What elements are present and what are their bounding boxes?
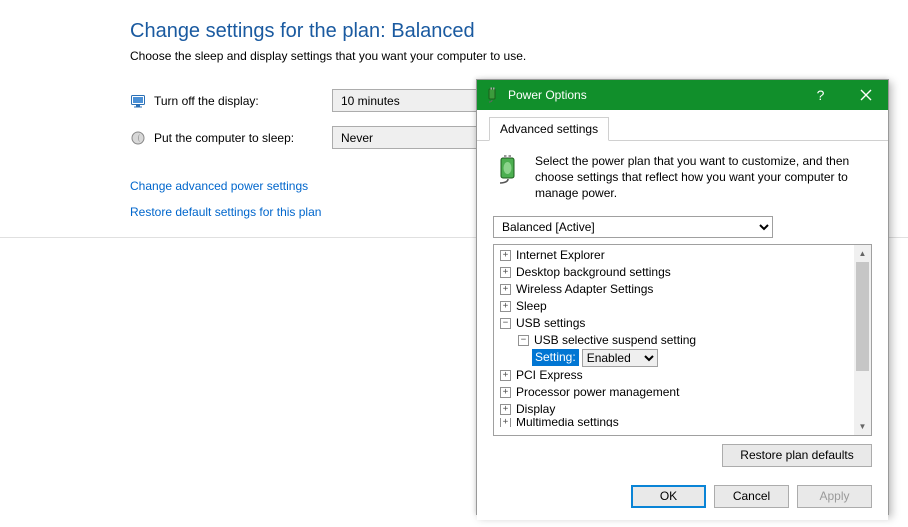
scroll-track[interactable] <box>854 262 871 418</box>
moon-icon <box>130 130 146 146</box>
tab-strip: Advanced settings <box>477 110 888 141</box>
page-subtitle: Choose the sleep and display settings th… <box>130 49 908 63</box>
restore-plan-defaults-button[interactable]: Restore plan defaults <box>722 444 872 467</box>
expand-icon[interactable]: + <box>500 267 511 278</box>
close-button[interactable] <box>843 80 888 110</box>
power-options-dialog: Power Options ? Advanced settings Select… <box>476 79 889 515</box>
scroll-down-icon[interactable]: ▼ <box>854 418 871 435</box>
power-options-icon <box>485 87 501 103</box>
power-plan-select[interactable]: Balanced [Active] <box>493 216 773 238</box>
page-title: Change settings for the plan: Balanced <box>130 20 908 43</box>
tree-item-setting-row: Setting: Enabled <box>496 349 852 367</box>
collapse-icon[interactable]: − <box>518 335 529 346</box>
tree-item-sleep[interactable]: + Sleep <box>496 298 852 315</box>
tree-item-multimedia[interactable]: + Multimedia settings <box>496 418 852 427</box>
scroll-thumb[interactable] <box>856 262 869 371</box>
tree-item-usb-settings[interactable]: − USB settings <box>496 315 852 332</box>
tab-advanced-settings[interactable]: Advanced settings <box>489 117 609 141</box>
expand-icon[interactable]: + <box>500 418 511 427</box>
expand-icon[interactable]: + <box>500 284 511 295</box>
tree-item-pci-express[interactable]: + PCI Express <box>496 367 852 384</box>
tree-scrollbar[interactable]: ▲ ▼ <box>854 245 871 435</box>
expand-icon[interactable]: + <box>500 301 511 312</box>
ok-button[interactable]: OK <box>631 485 706 508</box>
restore-defaults-link[interactable]: Restore default settings for this plan <box>130 205 321 219</box>
turn-off-display-label: Turn off the display: <box>154 94 332 108</box>
collapse-icon[interactable]: − <box>500 318 511 329</box>
battery-plug-icon <box>493 153 525 185</box>
dialog-titlebar: Power Options ? <box>477 80 888 110</box>
cancel-button[interactable]: Cancel <box>714 485 789 508</box>
dialog-title: Power Options <box>508 88 798 102</box>
dialog-description: Select the power plan that you want to c… <box>535 153 872 202</box>
tree-item-internet-explorer[interactable]: + Internet Explorer <box>496 247 852 264</box>
dialog-button-row: OK Cancel Apply <box>477 475 888 520</box>
dialog-description-row: Select the power plan that you want to c… <box>493 153 872 202</box>
scroll-up-icon[interactable]: ▲ <box>854 245 871 262</box>
setting-value-select[interactable]: Enabled <box>582 349 658 367</box>
tree-item-processor[interactable]: + Processor power management <box>496 384 852 401</box>
display-icon <box>130 93 146 109</box>
sleep-label: Put the computer to sleep: <box>154 131 332 145</box>
expand-icon[interactable]: + <box>500 387 511 398</box>
settings-tree: + Internet Explorer + Desktop background… <box>493 244 872 436</box>
change-advanced-link[interactable]: Change advanced power settings <box>130 179 308 193</box>
tree-item-display[interactable]: + Display <box>496 401 852 418</box>
tree-item-usb-selective-suspend[interactable]: − USB selective suspend setting <box>496 332 852 349</box>
expand-icon[interactable]: + <box>500 250 511 261</box>
expand-icon[interactable]: + <box>500 404 511 415</box>
tree-item-wireless-adapter[interactable]: + Wireless Adapter Settings <box>496 281 852 298</box>
tree-item-desktop-background[interactable]: + Desktop background settings <box>496 264 852 281</box>
apply-button: Apply <box>797 485 872 508</box>
setting-label: Setting: <box>532 349 579 366</box>
help-button[interactable]: ? <box>798 80 843 110</box>
expand-icon[interactable]: + <box>500 370 511 381</box>
